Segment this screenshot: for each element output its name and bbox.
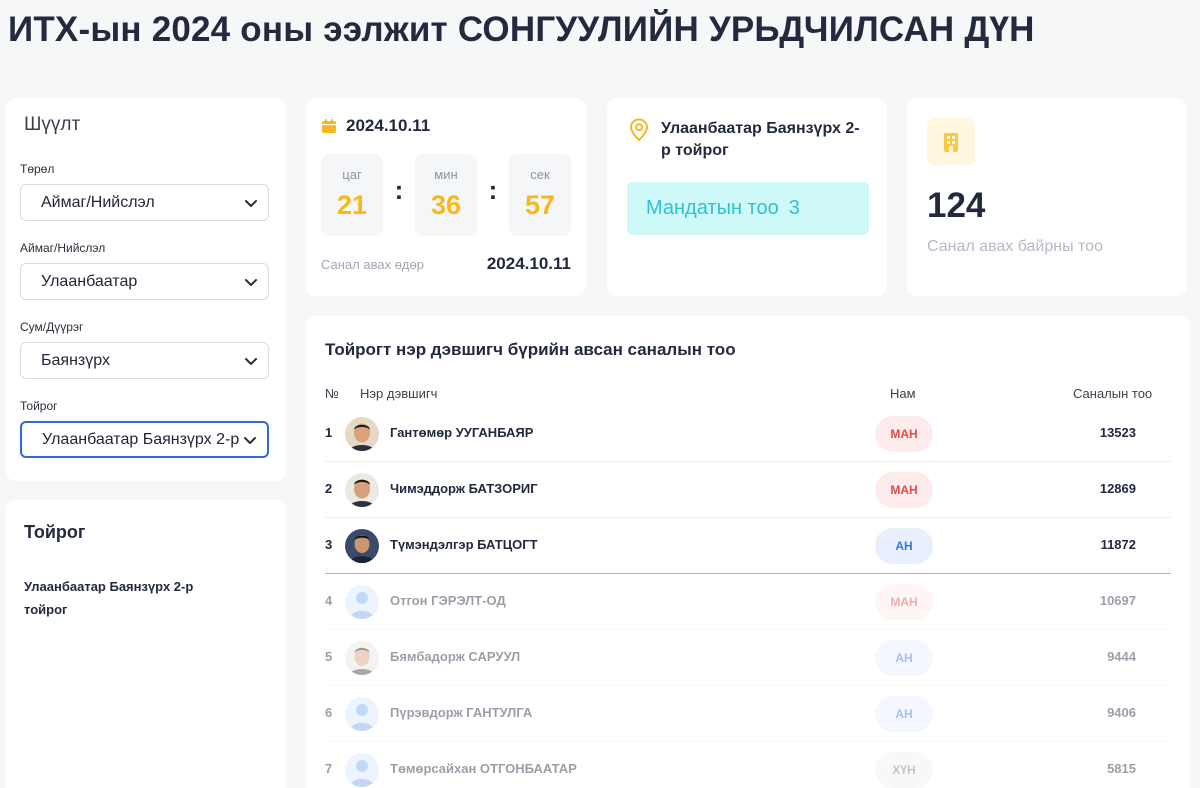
type-label: Төрөл (20, 162, 55, 176)
filter-heading: Шүүлт (24, 114, 81, 135)
chevron-down-icon (244, 436, 256, 444)
table-row[interactable]: 3 Түмэндэлгэр БАТЦОГТ АН 11872 (325, 518, 1171, 574)
mandate-count: 3 (788, 197, 800, 219)
vote-day-label: Санал авах өдөр (321, 256, 424, 272)
countdown-card: 2024.10.11 цаг 21 : мин 36 : сек 57 Сана… (306, 98, 586, 296)
minutes-value: 36 (430, 190, 462, 220)
page-title: ИТХ-ын 2024 оны ээлжит СОНГУУЛИЙН УРЬДЧИ… (8, 10, 1035, 49)
countdown-date: 2024.10.11 (346, 116, 431, 135)
candidate-photo (345, 473, 379, 507)
row-number: 4 (325, 593, 333, 608)
user-placeholder-icon (345, 697, 379, 731)
chevron-down-icon (245, 278, 257, 286)
candidate-name: Гантөмөр УУГАНБАЯР (390, 425, 534, 440)
row-number: 2 (325, 481, 333, 496)
table-row[interactable]: 7 Төмөрсайхан ОТГОНБААТАР ХҮН 5815 (325, 742, 1171, 788)
candidate-photo (345, 417, 379, 451)
vote-count: 9406 (1107, 705, 1136, 720)
candidate-name: Пүрэвдорж ГАНТУЛГА (390, 705, 533, 720)
type-select-value: Аймаг/Нийслэл (41, 193, 155, 211)
mandate-badge: Мандатын тоо 3 (627, 182, 869, 235)
time-separator: : (488, 174, 498, 205)
province-label: Аймаг/Нийслэл (20, 241, 106, 255)
calendar-icon (322, 119, 336, 133)
polling-stations-card: 124 Санал авах байрны тоо (907, 98, 1187, 296)
building-icon-box (927, 118, 975, 166)
hours-label: цаг (342, 167, 362, 182)
results-title: Тойрогт нэр дэвшигч бүрийн авсан саналын… (325, 340, 736, 359)
candidate-name: Бямбадорж САРУУЛ (390, 649, 521, 664)
candidate-photo (345, 529, 379, 563)
hours-box: цаг 21 (321, 154, 383, 236)
polling-stations-label: Санал авах байрны тоо (927, 238, 1103, 255)
province-select[interactable]: Улаанбаатар (20, 263, 269, 300)
user-placeholder-icon (345, 585, 379, 619)
type-select[interactable]: Аймаг/Нийслэл (20, 184, 269, 221)
mandate-label: Мандатын тоо (646, 197, 779, 219)
candidate-name: Төмөрсайхан ОТГОНБААТАР (390, 761, 577, 776)
table-header: № Нэр дэвшигч Нам Саналын тоо (325, 386, 1171, 406)
vote-count: 11872 (1100, 537, 1136, 552)
time-separator: : (394, 174, 404, 205)
table-row[interactable]: 2 Чимэддорж БАТЗОРИГ МАН 12869 (325, 462, 1171, 518)
party-badge: ХҮН (875, 752, 933, 788)
district-panel-name: Улаанбаатар Баянзүрх 2-р тойрог (24, 579, 194, 617)
candidate-name: Отгон ГЭРЭЛТ-ОД (390, 593, 506, 608)
vote-count: 10697 (1099, 593, 1136, 608)
location-pin-icon (629, 118, 649, 142)
vote-count: 9444 (1107, 649, 1136, 664)
hours-value: 21 (336, 190, 368, 220)
district-label: Сум/Дүүрэг (20, 320, 84, 334)
seconds-value: 57 (524, 190, 556, 220)
user-placeholder-icon (345, 753, 379, 787)
district-panel: Тойрог Улаанбаатар Баянзүрх 2-р тойрог (6, 500, 286, 788)
col-num: № (325, 386, 339, 401)
table-row[interactable]: 6 Пүрэвдорж ГАНТУЛГА АН 9406 (325, 686, 1171, 742)
col-name: Нэр дэвшигч (360, 386, 438, 401)
district-select[interactable]: Баянзүрх (20, 342, 269, 379)
chevron-down-icon (245, 199, 257, 207)
vote-count: 12869 (1099, 481, 1136, 496)
candidate-photo (345, 641, 379, 675)
party-badge: АН (875, 640, 933, 676)
seconds-box: сек 57 (509, 154, 571, 236)
vote-day-value: 2024.10.11 (486, 254, 571, 273)
table-row[interactable]: 5 Бямбадорж САРУУЛ АН 9444 (325, 630, 1171, 686)
candidate-name: Чимэддорж БАТЗОРИГ (390, 481, 538, 496)
table-row[interactable]: 4 Отгон ГЭРЭЛТ-ОД МАН 10697 (325, 574, 1171, 630)
building-icon (944, 133, 958, 152)
row-number: 3 (325, 537, 333, 552)
results-table-card: Тойрогт нэр дэвшигч бүрийн авсан саналын… (306, 316, 1190, 788)
constituency-select-value: Улаанбаатар Баянзүрх 2-р (42, 430, 239, 448)
party-badge: АН (875, 696, 933, 732)
location-name: Улаанбаатар Баянзүрх 2-р тойрог (661, 120, 860, 159)
vote-count: 5815 (1107, 761, 1136, 776)
constituency-select[interactable]: Улаанбаатар Баянзүрх 2-р (20, 421, 269, 458)
minutes-box: мин 36 (415, 154, 477, 236)
countdown-timer: цаг 21 : мин 36 : сек 57 (321, 154, 571, 236)
party-badge: АН (875, 528, 933, 564)
polling-stations-count: 124 (927, 186, 986, 225)
location-card: Улаанбаатар Баянзүрх 2-р тойрог Мандатын… (607, 98, 887, 296)
col-party: Нам (890, 386, 916, 401)
table-row[interactable]: 1 Гантөмөр УУГАНБАЯР МАН 13523 (325, 406, 1171, 462)
province-select-value: Улаанбаатар (41, 272, 138, 290)
row-number: 5 (325, 649, 333, 664)
row-number: 6 (325, 705, 333, 720)
party-badge: МАН (875, 472, 933, 508)
district-select-value: Баянзүрх (41, 351, 110, 369)
seconds-label: сек (530, 167, 550, 182)
party-badge: МАН (875, 584, 933, 620)
row-number: 1 (325, 425, 333, 440)
vote-count: 13523 (1099, 425, 1136, 440)
row-number: 7 (325, 761, 333, 776)
chevron-down-icon (245, 357, 257, 365)
candidate-name: Түмэндэлгэр БАТЦОГТ (390, 537, 538, 552)
district-panel-title: Тойрог (24, 522, 86, 542)
constituency-label: Тойрог (20, 399, 58, 413)
filter-panel: Шүүлт Төрөл Аймаг/Нийслэл Аймаг/Нийслэл … (6, 98, 286, 481)
party-badge: МАН (875, 416, 933, 452)
col-votes: Саналын тоо (1073, 386, 1153, 401)
minutes-label: мин (434, 167, 458, 182)
